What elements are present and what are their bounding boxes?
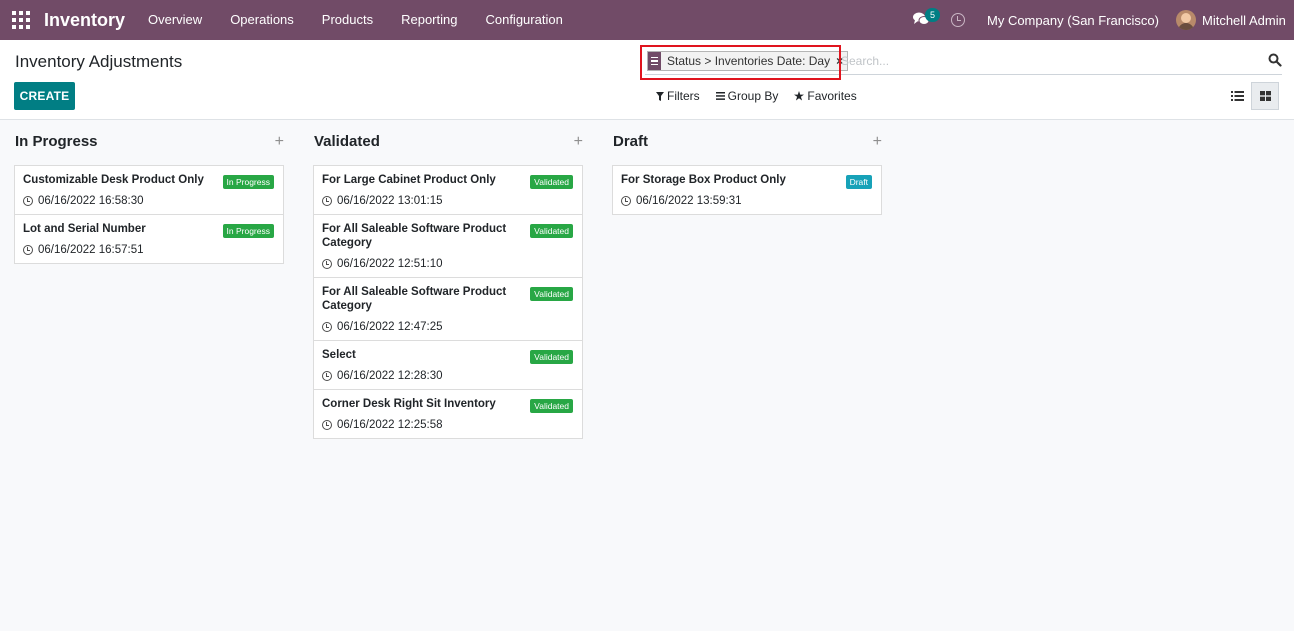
column-title: Draft <box>613 133 649 150</box>
kanban-board: In Progress + Customizable Desk Product … <box>0 121 1294 631</box>
user-menu[interactable]: Mitchell Admin <box>1202 13 1286 28</box>
list-view-button[interactable] <box>1223 82 1251 110</box>
control-panel: Inventory Adjustments CREATE Status > In… <box>0 40 1294 120</box>
card-date-text: 06/16/2022 12:51:10 <box>337 258 443 270</box>
column-quick-add-icon[interactable]: + <box>275 133 284 151</box>
kanban-card[interactable]: For All Saleable Software Product Catego… <box>313 277 583 341</box>
card-date-text: 06/16/2022 13:59:31 <box>636 195 742 207</box>
main-menu: Overview Operations Products Reporting C… <box>134 0 577 40</box>
create-button[interactable]: CREATE <box>14 82 75 110</box>
favorites-label: Favorites <box>807 89 857 103</box>
column-header: Validated + <box>313 121 583 165</box>
card-date: 06/16/2022 13:01:15 <box>322 195 574 207</box>
card-date-text: 06/16/2022 12:28:30 <box>337 370 443 382</box>
clock-icon <box>322 196 332 206</box>
groupby-bars-icon <box>715 92 725 100</box>
status-badge: In Progress <box>222 175 274 189</box>
status-badge: Draft <box>845 175 872 189</box>
kanban-column-draft: Draft + For Storage Box Product Only Dra… <box>612 121 882 215</box>
status-badge: Validated <box>530 350 573 364</box>
column-quick-add-icon[interactable]: + <box>873 133 882 151</box>
kanban-card[interactable]: For Large Cabinet Product Only Validated… <box>313 165 583 215</box>
menu-item-configuration[interactable]: Configuration <box>471 0 576 40</box>
card-date-text: 06/16/2022 16:58:30 <box>38 195 144 207</box>
card-date-text: 06/16/2022 13:01:15 <box>337 195 443 207</box>
clock-icon <box>23 196 33 206</box>
kanban-card[interactable]: Corner Desk Right Sit Inventory Validate… <box>313 389 583 439</box>
menu-item-reporting[interactable]: Reporting <box>387 0 471 40</box>
clock-icon <box>322 371 332 381</box>
clock-icon <box>621 196 631 206</box>
user-avatar[interactable] <box>1176 10 1196 30</box>
filters-toggle[interactable]: Filters <box>656 89 700 103</box>
card-date-text: 06/16/2022 12:25:58 <box>337 419 443 431</box>
clock-icon <box>322 259 332 269</box>
kanban-column-in-progress: In Progress + Customizable Desk Product … <box>14 121 284 264</box>
kanban-column-validated: Validated + For Large Cabinet Product On… <box>313 121 583 439</box>
activity-clock-icon[interactable] <box>951 13 965 27</box>
kanban-card[interactable]: For Storage Box Product Only Draft 06/16… <box>612 165 882 215</box>
column-header: Draft + <box>612 121 882 165</box>
status-badge: In Progress <box>222 224 274 238</box>
groupby-facet-icon <box>648 52 661 70</box>
status-badge: Validated <box>530 175 573 189</box>
groupby-label: Group By <box>727 89 779 103</box>
filters-label: Filters <box>667 89 700 103</box>
clock-icon <box>23 245 33 255</box>
card-date-text: 06/16/2022 16:57:51 <box>38 244 144 256</box>
kanban-view-icon <box>1259 91 1271 101</box>
app-brand[interactable]: Inventory <box>44 10 125 31</box>
card-date-text: 06/16/2022 12:47:25 <box>337 321 443 333</box>
card-date: 06/16/2022 12:47:25 <box>322 321 574 333</box>
search-input[interactable] <box>841 52 1251 70</box>
top-navbar: Inventory Overview Operations Products R… <box>0 0 1294 40</box>
app-menu-grid-icon[interactable] <box>12 11 30 29</box>
card-date: 06/16/2022 12:51:10 <box>322 258 574 270</box>
column-quick-add-icon[interactable]: + <box>574 133 583 151</box>
column-title: Validated <box>314 133 380 150</box>
search-bar: Status > Inventories Date: Day × <box>645 48 1282 75</box>
card-date: 06/16/2022 12:25:58 <box>322 419 574 431</box>
menu-item-operations[interactable]: Operations <box>216 0 308 40</box>
card-date: 06/16/2022 13:59:31 <box>621 195 873 207</box>
search-options: Filters Group By Favorites <box>656 89 857 103</box>
clock-icon <box>322 322 332 332</box>
card-date: 06/16/2022 12:28:30 <box>322 370 574 382</box>
column-title: In Progress <box>15 133 98 150</box>
view-switcher <box>1223 82 1279 110</box>
kanban-card[interactable]: For All Saleable Software Product Catego… <box>313 214 583 278</box>
card-title: For Storage Box Product Only <box>621 174 786 186</box>
card-date: 06/16/2022 16:57:51 <box>23 244 275 256</box>
favorites-toggle[interactable]: Favorites <box>794 89 857 103</box>
page-title: Inventory Adjustments <box>15 52 183 71</box>
company-switcher[interactable]: My Company (San Francisco) <box>987 13 1159 28</box>
search-facet-groupby[interactable]: Status > Inventories Date: Day × <box>647 51 849 71</box>
kanban-card[interactable]: Customizable Desk Product Only In Progre… <box>14 165 284 215</box>
list-view-icon <box>1230 91 1244 101</box>
kanban-card[interactable]: Select Validated 06/16/2022 12:28:30 <box>313 340 583 390</box>
status-badge: Validated <box>530 399 573 413</box>
clock-icon <box>322 420 332 430</box>
status-badge: Validated <box>530 287 573 301</box>
groupby-toggle[interactable]: Group By <box>715 89 779 103</box>
menu-item-products[interactable]: Products <box>308 0 387 40</box>
kanban-view-button[interactable] <box>1251 82 1279 110</box>
column-header: In Progress + <box>14 121 284 165</box>
status-badge: Validated <box>530 224 573 238</box>
card-date: 06/16/2022 16:58:30 <box>23 195 275 207</box>
search-icon[interactable] <box>1268 53 1282 67</box>
facet-label: Status > Inventories Date: Day <box>667 54 831 68</box>
star-icon <box>794 91 805 101</box>
menu-item-overview[interactable]: Overview <box>134 0 216 40</box>
filter-funnel-icon <box>656 91 664 101</box>
chat-count-badge: 5 <box>925 8 940 22</box>
kanban-card[interactable]: Lot and Serial Number In Progress 06/16/… <box>14 214 284 264</box>
